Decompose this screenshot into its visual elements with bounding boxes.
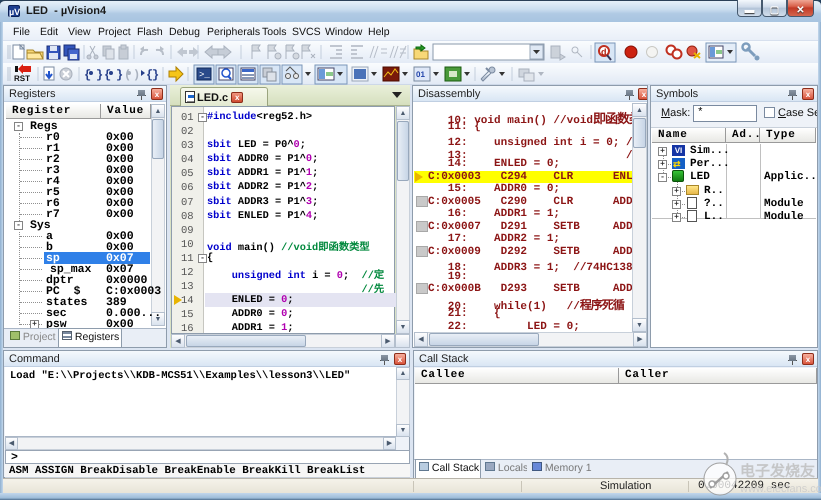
svg-text:): )	[133, 68, 140, 82]
svg-text:RST: RST	[14, 74, 30, 83]
svg-text:{: {	[104, 68, 111, 82]
svg-text:}: }	[116, 68, 123, 82]
svg-text:}: }	[96, 68, 103, 82]
svg-text:(: (	[124, 68, 131, 82]
svg-text:>_: >_	[199, 70, 210, 80]
svg-text:{: {	[84, 68, 91, 82]
svg-text:}: }	[152, 68, 159, 82]
svg-text:d: d	[601, 47, 607, 57]
svg-text:01: 01	[416, 70, 425, 79]
svg-text:www.elecfans.com: www.elecfans.com	[739, 483, 821, 495]
svg-text:电子发烧友: 电子发烧友	[740, 463, 816, 480]
